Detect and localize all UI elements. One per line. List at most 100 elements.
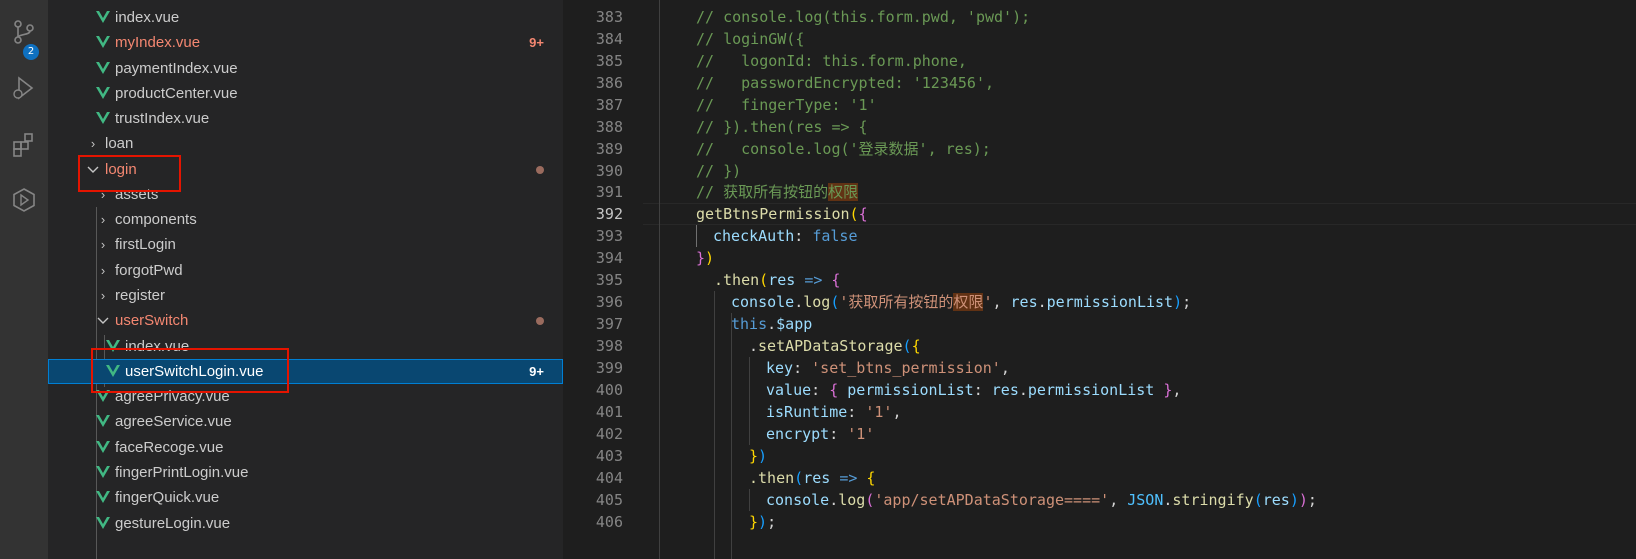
- code-line: encrypt: '1': [766, 425, 875, 443]
- tree-file-userswitchlogin-vue[interactable]: userSwitchLogin.vue 9+: [48, 359, 563, 384]
- code-line: checkAuth: false: [713, 227, 858, 245]
- chevron-right-icon: ›: [100, 212, 106, 227]
- chevron-right-icon: ›: [100, 288, 106, 303]
- tree-file-agreeservice-vue[interactable]: agreeService.vue: [48, 409, 563, 434]
- code-token: console: [731, 293, 795, 311]
- tree-folder-register[interactable]: › register: [48, 283, 563, 308]
- code-line: isRuntime: '1',: [766, 403, 902, 421]
- vue-file-icon: [96, 62, 110, 74]
- search-highlight: 权限: [828, 183, 859, 201]
- tree-folder-loan[interactable]: › loan: [48, 131, 563, 156]
- chevron-right-icon: ›: [100, 263, 106, 278]
- tree-folder-login[interactable]: login: [48, 157, 563, 182]
- tree-folder-assets[interactable]: › assets: [48, 182, 563, 207]
- tree-file-facerecoge-vue[interactable]: faceRecoge.vue: [48, 435, 563, 460]
- line-number: 388: [595, 118, 623, 136]
- code-token: '1': [865, 403, 893, 421]
- tree-file-userswitch-index-vue[interactable]: index.vue: [48, 334, 563, 359]
- search-highlight: 权限: [953, 293, 984, 311]
- line-number: 393: [595, 227, 623, 245]
- code-line: // loginGW({: [696, 30, 805, 48]
- code-token: '获取所有按钮的: [839, 293, 954, 311]
- code-line: .then(res => {: [714, 271, 841, 289]
- tree-folder-firstlogin[interactable]: › firstLogin: [48, 232, 563, 257]
- line-number: 386: [595, 74, 623, 92]
- code-line: .then(res => {: [749, 469, 876, 487]
- code-token: stringify: [1172, 491, 1254, 509]
- line-number: 391: [595, 183, 623, 201]
- tree-file-agreeprivacy-vue[interactable]: agreePrivacy.vue: [48, 384, 563, 409]
- indent-guide: [696, 225, 697, 247]
- code-editor[interactable]: 383 384 385 386 387 388 389 390 391 392 …: [563, 0, 1636, 559]
- line-number: 390: [595, 162, 623, 180]
- code-token: res: [1010, 293, 1038, 311]
- code-token: console: [766, 491, 830, 509]
- code-token: isRuntime: [766, 403, 848, 421]
- code-token: res: [768, 271, 796, 289]
- line-number: 394: [595, 249, 623, 267]
- modified-dot: [536, 166, 544, 174]
- line-number: 385: [595, 52, 623, 70]
- indent-guide: [659, 0, 660, 559]
- tree-folder-components[interactable]: › components: [48, 207, 563, 232]
- line-number: 384: [595, 30, 623, 48]
- code-token: 'set_btns_permission': [811, 359, 1001, 377]
- indent-guide: [714, 291, 715, 559]
- code-token: res: [991, 381, 1019, 399]
- line-number: 405: [595, 491, 623, 509]
- code-token: log: [803, 293, 831, 311]
- code-line: key: 'set_btns_permission',: [766, 359, 1010, 377]
- tree-file-index-vue[interactable]: index.vue: [48, 5, 563, 30]
- code-token: // 获取所有按钮的: [696, 183, 829, 201]
- line-number: 403: [595, 447, 623, 465]
- line-number: 396: [595, 293, 623, 311]
- code-token: getBtnsPermission: [696, 205, 850, 223]
- problem-count-badge: 9+: [529, 35, 544, 50]
- indent-guide: [749, 489, 750, 511]
- vue-file-icon: [106, 365, 120, 377]
- line-number: 389: [595, 140, 623, 158]
- run-debug-icon[interactable]: [0, 64, 48, 112]
- problem-count-badge: 9+: [529, 364, 544, 379]
- code-token: permissionList: [1046, 293, 1174, 311]
- extensions-icon[interactable]: [0, 120, 48, 168]
- vue-file-icon: [96, 441, 110, 453]
- code-token: value: [766, 381, 812, 399]
- vue-file-icon: [96, 390, 110, 402]
- code-token: res: [1262, 491, 1290, 509]
- chevron-down-icon: [87, 166, 99, 173]
- line-number: 399: [595, 359, 623, 377]
- line-number-active: 392: [595, 205, 623, 223]
- remote-explorer-icon[interactable]: [0, 176, 48, 224]
- code-token: JSON: [1127, 491, 1164, 509]
- tree-file-fingerquick-vue[interactable]: fingerQuick.vue: [48, 485, 563, 510]
- code-line: // 获取所有按钮的权限: [696, 181, 859, 203]
- code-line: // passwordEncrypted: '123456',: [696, 74, 995, 92]
- line-number: 387: [595, 96, 623, 114]
- vue-file-icon: [96, 491, 110, 503]
- code-token: log: [838, 491, 866, 509]
- tree-file-paymentindex-vue[interactable]: paymentIndex.vue: [48, 56, 563, 81]
- code-token: setAPDataStorage: [758, 337, 903, 355]
- vue-file-icon: [106, 340, 120, 352]
- tree-folder-forgotpwd[interactable]: › forgotPwd: [48, 258, 563, 283]
- code-line: // }): [696, 162, 742, 180]
- tree-file-fingerprintlogin-vue[interactable]: fingerPrintLogin.vue: [48, 460, 563, 485]
- code-token: key: [766, 359, 794, 377]
- tree-folder-userswitch[interactable]: userSwitch: [48, 308, 563, 333]
- tree-file-productcenter-vue[interactable]: productCenter.vue: [48, 81, 563, 106]
- chevron-right-icon: ›: [100, 187, 106, 202]
- code-token: permissionList: [847, 381, 974, 399]
- chevron-right-icon: ›: [90, 136, 96, 151]
- tree-file-gesturelogin-vue[interactable]: gestureLogin.vue: [48, 511, 563, 536]
- tree-file-myindex-vue[interactable]: myIndex.vue 9+: [48, 30, 563, 55]
- source-control-icon[interactable]: 2: [0, 8, 48, 60]
- code-line: // fingerType: '1': [696, 96, 877, 114]
- explorer-sidebar: index.vue myIndex.vue 9+ paymentIndex.vu…: [48, 0, 563, 559]
- code-token: '1': [847, 425, 875, 443]
- tree-file-trustindex-vue[interactable]: trustIndex.vue: [48, 106, 563, 131]
- activity-bar: 2: [0, 0, 48, 559]
- code-token: 'app/setAPDataStorage====': [874, 491, 1110, 509]
- code-line: // logonId: this.form.phone,: [696, 52, 967, 70]
- line-number: 406: [595, 513, 623, 531]
